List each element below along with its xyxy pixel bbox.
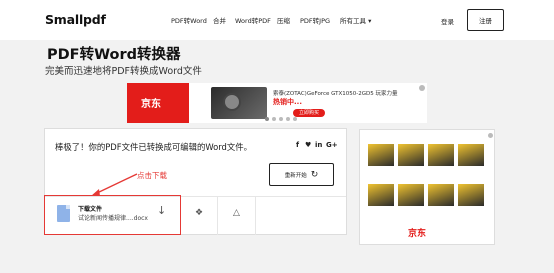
jd-logo: 京东 bbox=[141, 99, 161, 110]
banner-product-text: 索泰(ZOTAC)GeForce GTX1050-2GD5 玩家力量 bbox=[273, 91, 398, 97]
dropbox-icon[interactable]: ❖ bbox=[195, 208, 203, 218]
nav-all-tools[interactable]: 所有工具 ▾ bbox=[340, 15, 371, 25]
ad-choices-icon[interactable] bbox=[419, 85, 425, 91]
nav-compress[interactable]: 压缩 bbox=[277, 15, 290, 25]
refresh-icon: ↻ bbox=[310, 169, 319, 180]
graphics-card-fan bbox=[223, 93, 241, 111]
login-link[interactable]: 登录 bbox=[441, 16, 454, 26]
product-image bbox=[458, 184, 484, 206]
signup-button[interactable]: 注册 bbox=[467, 9, 504, 31]
restart-button[interactable]: 重新开始 ↻ bbox=[269, 163, 334, 186]
annotation-highlight-box bbox=[44, 195, 181, 235]
smallpdf-logo[interactable]: Smallpdf bbox=[45, 12, 106, 27]
product-image bbox=[428, 144, 454, 166]
google-drive-icon[interactable]: △ bbox=[233, 208, 240, 218]
product-image bbox=[368, 144, 394, 166]
header-bar: Smallpdf PDF转Word 合并 Word转PDF 压缩 PDF转JPG… bbox=[0, 0, 554, 40]
nav-word-to-pdf[interactable]: Word转PDF bbox=[235, 15, 271, 25]
carousel-dot[interactable] bbox=[265, 117, 269, 121]
banner-buy-button[interactable]: 立即购买 bbox=[293, 109, 325, 117]
banner-brand-block: 京东 bbox=[127, 83, 189, 123]
facebook-icon[interactable]: f bbox=[296, 141, 299, 149]
divider bbox=[217, 197, 218, 235]
banner-ad[interactable]: 京东 索泰(ZOTAC)GeForce GTX1050-2GD5 玩家力量 热销… bbox=[127, 83, 427, 123]
divider bbox=[255, 197, 256, 235]
product-image bbox=[458, 144, 484, 166]
jd-logo: 京东 bbox=[408, 229, 427, 239]
ad-choices-icon[interactable] bbox=[488, 133, 493, 138]
page-subtitle: 完美而迅速地将PDF转换成Word文件 bbox=[45, 66, 202, 77]
product-image bbox=[428, 184, 454, 206]
product-image bbox=[368, 184, 394, 206]
nav-pdf-to-word[interactable]: PDF转Word bbox=[171, 15, 207, 25]
product-image bbox=[398, 144, 424, 166]
nav-merge[interactable]: 合并 bbox=[213, 15, 226, 25]
google-plus-icon[interactable]: G+ bbox=[326, 141, 338, 149]
carousel-dot[interactable] bbox=[286, 117, 290, 121]
banner-hot-sale: 热销中... bbox=[273, 98, 302, 106]
product-image bbox=[398, 184, 424, 206]
nav-pdf-to-jpg[interactable]: PDF转JPG bbox=[300, 15, 330, 25]
annotation-click-download: 点击下载 bbox=[137, 171, 167, 180]
page-title: PDF转Word转换器 bbox=[47, 47, 181, 63]
restart-label: 重新开始 bbox=[284, 172, 307, 179]
linkedin-icon[interactable]: in bbox=[315, 141, 322, 149]
carousel-dot[interactable] bbox=[272, 117, 276, 121]
heart-icon[interactable]: ♥ bbox=[305, 141, 311, 149]
side-ad[interactable]: 京东 bbox=[359, 129, 495, 245]
carousel-dot[interactable] bbox=[293, 117, 297, 121]
success-message: 棒极了！你的PDF文件已转换成可编辑的Word文件。 bbox=[55, 142, 252, 152]
carousel-dot[interactable] bbox=[279, 117, 283, 121]
